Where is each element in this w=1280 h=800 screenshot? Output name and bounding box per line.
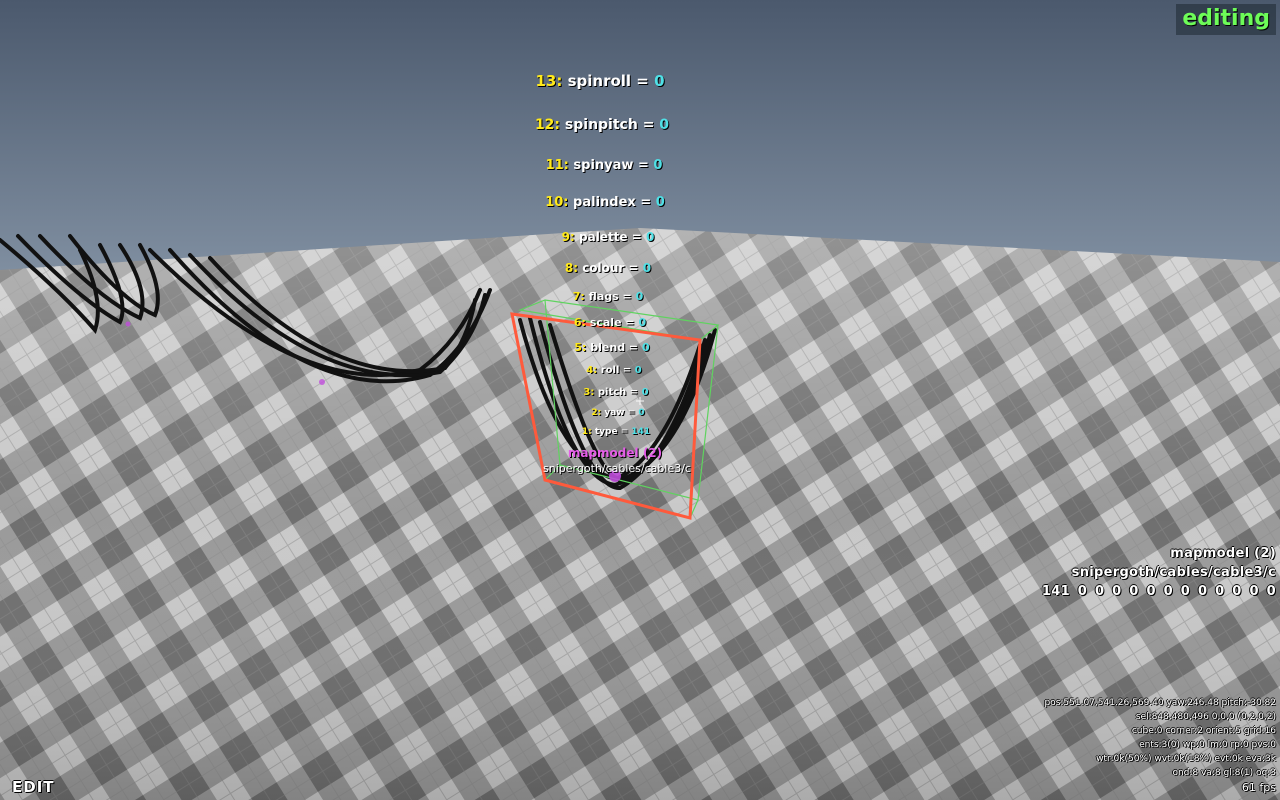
entity-attribute-spinpitch: 12: spinpitch = 0 — [535, 117, 669, 133]
attribute-equals: = — [633, 158, 654, 174]
entity-attribute-roll: 4: roll = 0 — [586, 365, 641, 376]
attribute-name: palindex — [573, 195, 636, 211]
attribute-equals: = — [625, 341, 642, 355]
attribute-value: 0 — [659, 116, 670, 133]
entity-attribute-pitch: 3: pitch = 0 — [583, 387, 648, 398]
attribute-equals: = — [637, 116, 660, 133]
attribute-index: 9: — [561, 229, 575, 244]
fps-counter: 61 fps — [1241, 781, 1276, 794]
entity-attribute-scale: 6: scale = 0 — [574, 316, 646, 329]
entity-marker-3[interactable] — [125, 321, 131, 327]
selection-path: snipergoth/cables/cable3/c — [1071, 565, 1276, 580]
attribute-index: 6: — [573, 316, 586, 330]
selection-values: 141 0 0 0 0 0 0 0 0 0 0 0 0 — [1041, 584, 1276, 599]
stats-water: wtr:0k(50%) wvt:0k(18%) evt:0k eva:3k — [1096, 754, 1276, 764]
attribute-name: roll — [600, 365, 620, 376]
attribute-value: 0 — [645, 229, 655, 244]
edit-mode-label: EDIT — [12, 778, 55, 796]
attribute-equals: = — [627, 229, 646, 244]
stats-render: ond:8 va:8 gl:8(1) oq:3 — [1172, 768, 1276, 778]
attribute-name: blend — [590, 341, 626, 355]
attribute-name: spinroll — [567, 72, 632, 90]
attribute-value: 0 — [653, 158, 663, 174]
attribute-index: 2: — [591, 407, 602, 418]
attribute-equals: = — [621, 316, 639, 330]
attribute-equals: = — [624, 260, 643, 275]
attribute-value: 0 — [641, 341, 650, 355]
editing-badge: editing — [1176, 4, 1276, 35]
attribute-index: 12: — [534, 116, 561, 133]
entity-attribute-palette: 9: palette = 0 — [562, 230, 655, 244]
attribute-name: type — [594, 426, 618, 437]
attribute-equals: = — [631, 72, 655, 90]
entity-attribute-spinroll: 13: spinroll = 0 — [535, 72, 664, 90]
attribute-value: 0 — [642, 260, 652, 275]
attribute-index: 3: — [583, 387, 595, 398]
attribute-name: spinpitch — [564, 116, 638, 133]
attribute-name: scale — [589, 316, 622, 330]
attribute-name: flags — [588, 290, 619, 304]
stats-position: pos:551.07,541.26,569.40 yaw:246.48 pitc… — [1044, 698, 1276, 708]
attribute-equals: = — [618, 290, 636, 304]
entity-attribute-blend: 5: blend = 0 — [574, 341, 649, 354]
entity-title: mapmodel (2) — [567, 446, 663, 460]
attribute-value: 0 — [635, 290, 644, 304]
attribute-value: 0 — [634, 365, 642, 376]
attribute-value: 0 — [638, 407, 645, 418]
attribute-name: pitch — [597, 387, 627, 398]
attribute-equals: = — [635, 195, 656, 211]
entity-attribute-spinyaw: 11: spinyaw = 0 — [546, 158, 663, 173]
attribute-index: 13: — [535, 72, 563, 90]
attribute-index: 1: — [581, 426, 592, 437]
attribute-index: 7: — [572, 290, 585, 304]
attribute-value: 0 — [655, 195, 665, 211]
attribute-name: colour — [582, 260, 625, 275]
entity-marker-2[interactable] — [319, 379, 325, 385]
attribute-name: spinyaw — [573, 158, 634, 174]
attribute-equals: = — [619, 365, 635, 376]
attribute-value: 0 — [654, 72, 665, 90]
stats-ents: ents:3(0) wp:0 lm:0 rp:0 pvs:0 — [1139, 740, 1276, 750]
attribute-index: 10: — [545, 195, 569, 211]
attribute-name: palette — [579, 229, 628, 244]
stats-cube: cube:0 corner:2 orient:5 grid:16 — [1131, 726, 1276, 736]
selection-title: mapmodel (2) — [1170, 546, 1276, 561]
attribute-index: 4: — [586, 365, 598, 376]
attribute-name: yaw — [604, 407, 625, 418]
attribute-equals: = — [617, 426, 632, 437]
attribute-value: 0 — [641, 387, 649, 398]
attribute-value: 0 — [638, 316, 647, 330]
attribute-index: 11: — [545, 158, 569, 174]
attribute-equals: = — [624, 407, 639, 418]
attribute-value: 141 — [631, 426, 651, 437]
entity-attribute-colour: 8: colour = 0 — [565, 261, 651, 275]
entity-path: snipergoth/cables/cable3/c — [543, 462, 691, 475]
entity-attribute-type: 1: type = 141 — [582, 427, 650, 437]
entity-attribute-palindex: 10: palindex = 0 — [545, 195, 665, 210]
stats-panel: pos:551.07,541.26,569.40 yaw:246.48 pitc… — [1044, 696, 1276, 780]
entity-attribute-flags: 7: flags = 0 — [573, 290, 643, 303]
attribute-index: 8: — [564, 260, 578, 275]
entity-attribute-yaw: 2: yaw = 0 — [591, 408, 644, 418]
attribute-equals: = — [626, 387, 642, 398]
attribute-index: 5: — [574, 341, 587, 355]
stats-selection: sel:848,480,496 0,0,0 (0,2,0,2) — [1135, 712, 1276, 722]
